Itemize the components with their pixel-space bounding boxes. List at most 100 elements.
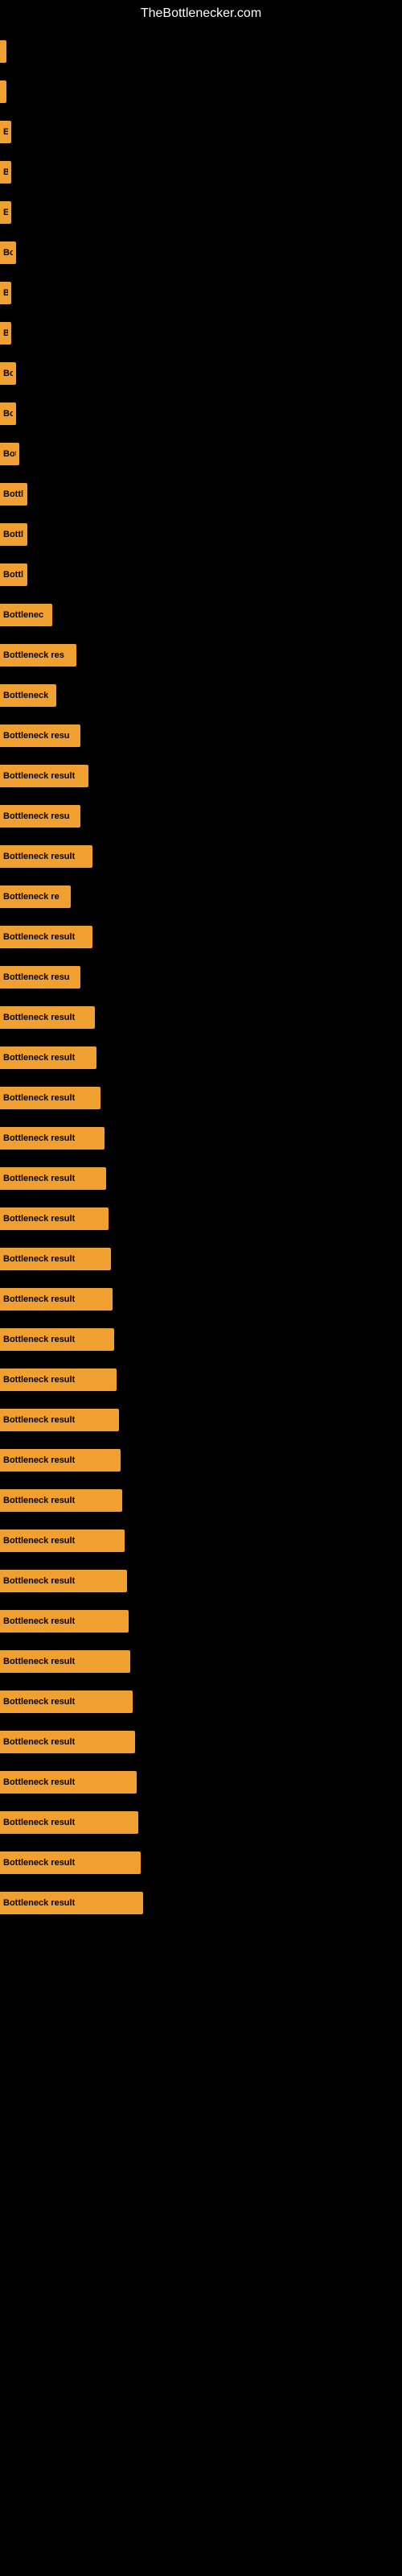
bar: B: [0, 282, 11, 304]
bar-label: Bottleneck result: [3, 1415, 75, 1425]
bar: Bottleneck result: [0, 926, 92, 948]
bar-row: Bottleneck resu: [0, 797, 402, 836]
bar-label: Bottleneck result: [3, 771, 75, 781]
bar-row: Bottleneck result: [0, 1723, 402, 1761]
bar: Bottleneck result: [0, 1167, 106, 1190]
bar-label: Bo: [3, 369, 13, 378]
bar-row: Bottleneck: [0, 676, 402, 715]
bar-label: Bottleneck result: [3, 1455, 75, 1465]
bar-label: B: [3, 288, 8, 298]
bar: Bottleneck result: [0, 1288, 113, 1311]
bar-label: Bottleneck result: [3, 1576, 75, 1586]
bar-label: Bottleneck result: [3, 1375, 75, 1385]
bar: Bottleneck result: [0, 1208, 109, 1230]
bar-row: Bottleneck result: [0, 1079, 402, 1117]
bar: Bottleneck result: [0, 1006, 95, 1029]
site-title: TheBottlenecker.com: [0, 0, 402, 24]
bar-label: Bottleneck result: [3, 1093, 75, 1103]
bar-row: Bottleneck result: [0, 1803, 402, 1842]
bar-label: Bottleneck resu: [3, 731, 70, 741]
bar-label: Bottleneck res: [3, 650, 64, 660]
bar-row: Bottleneck result: [0, 1562, 402, 1600]
bar-label: Bottleneck resu: [3, 811, 70, 821]
bar-label: Bottleneck result: [3, 1214, 75, 1224]
bar: Bottleneck resu: [0, 805, 80, 828]
bar-row: Bot: [0, 435, 402, 473]
bar: Bottleneck result: [0, 1368, 117, 1391]
bar-label: Bottleneck result: [3, 1496, 75, 1505]
bar-row: Bo: [0, 394, 402, 433]
bar: Bottleneck result: [0, 765, 88, 787]
bar-row: [0, 72, 402, 111]
bar: Bottleneck result: [0, 1690, 133, 1713]
bar-label: Bottleneck result: [3, 1053, 75, 1063]
bar: Bottl: [0, 523, 27, 546]
bar-row: Bottleneck resu: [0, 716, 402, 755]
bar: Bo: [0, 402, 16, 425]
bar: Bo: [0, 362, 16, 385]
bar-row: Bottleneck result: [0, 1280, 402, 1319]
bar: B: [0, 322, 11, 345]
bar: [0, 40, 6, 63]
bar: Bottleneck result: [0, 845, 92, 868]
bar-label: E: [3, 127, 8, 137]
bar-row: Bottleneck res: [0, 636, 402, 675]
bar-row: Bottleneck result: [0, 1763, 402, 1802]
bar-row: Bottleneck result: [0, 1441, 402, 1480]
bar: Bottleneck result: [0, 1248, 111, 1270]
bar: Bottleneck result: [0, 1409, 119, 1431]
bar-label: Bo: [3, 409, 13, 419]
bar-label: Bottleneck result: [3, 932, 75, 942]
bar-row: Bottleneck result: [0, 1240, 402, 1278]
bar-row: Bottl: [0, 515, 402, 554]
bar-row: Bottleneck result: [0, 1602, 402, 1641]
bar-label: B: [3, 167, 8, 177]
bar-label: Bottleneck result: [3, 1737, 75, 1747]
bar-row: Bottleneck result: [0, 1884, 402, 1922]
bar: E: [0, 121, 11, 143]
bar: Bottleneck result: [0, 1570, 127, 1592]
bar-label: Bottleneck result: [3, 1294, 75, 1304]
bar-row: Bottleneck result: [0, 1642, 402, 1681]
bar-row: Bottleneck result: [0, 1119, 402, 1158]
bar: Bottl: [0, 564, 27, 586]
bar-row: Bottleneck result: [0, 1159, 402, 1198]
bar: B: [0, 161, 11, 184]
bar-row: B: [0, 314, 402, 353]
bar-row: Bottleneck result: [0, 837, 402, 876]
bar-row: Bottleneck result: [0, 1481, 402, 1520]
bar-row: Bottleneck result: [0, 1360, 402, 1399]
bar: [0, 80, 6, 103]
bar: Bo: [0, 242, 16, 264]
bar-label: Bottleneck result: [3, 1616, 75, 1626]
bar-row: Bottleneck result: [0, 1199, 402, 1238]
bar-row: Bottleneck result: [0, 1843, 402, 1882]
bar-row: Bottleneck result: [0, 1682, 402, 1721]
bar-row: Bottleneck result: [0, 1320, 402, 1359]
bar-label: Bottleneck result: [3, 1254, 75, 1264]
bar: Bottleneck: [0, 684, 56, 707]
bar: Bottleneck result: [0, 1530, 125, 1552]
bar-label: B: [3, 328, 8, 338]
bar-row: Bottl: [0, 475, 402, 514]
bar-row: Bottleneck result: [0, 998, 402, 1037]
bar-label: Bottleneck re: [3, 892, 59, 902]
bar: Bottleneck result: [0, 1771, 137, 1794]
bar-label: Bottleneck result: [3, 852, 75, 861]
bar-label: Bottleneck: [3, 691, 48, 700]
bar: Bottleneck result: [0, 1650, 130, 1673]
bar-label: Bottleneck result: [3, 1174, 75, 1183]
bar-label: Bottl: [3, 570, 23, 580]
bar: Bottleneck result: [0, 1811, 138, 1834]
bar: Bottl: [0, 483, 27, 506]
bar-label: Bot: [3, 449, 16, 459]
bar-label: E: [3, 208, 8, 217]
bar: Bottleneck result: [0, 1610, 129, 1633]
bar-row: Bottleneck resu: [0, 958, 402, 997]
bar: Bottleneck res: [0, 644, 76, 667]
bar-row: Bo: [0, 233, 402, 272]
bar-label: Bottleneck result: [3, 1335, 75, 1344]
bar: Bottleneck result: [0, 1328, 114, 1351]
bar-row: E: [0, 113, 402, 151]
bar-row: Bo: [0, 354, 402, 393]
